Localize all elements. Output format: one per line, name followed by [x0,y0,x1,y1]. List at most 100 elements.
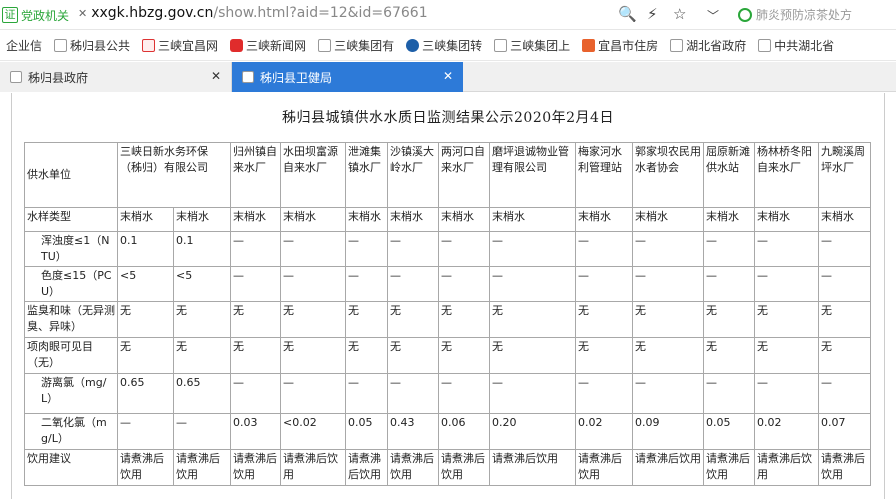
zoom-search-icon[interactable]: 🔍 [618,5,637,23]
table-cell: 0.06 [438,413,490,450]
row-label-cell: 色度≤15（PCU） [24,266,118,302]
table-cell: 末梢水 [173,207,231,232]
table-cell: 无 [280,301,346,338]
tab-label: 秭归县卫健局 [260,70,333,85]
favorite-label: 三峡集团有 [334,39,395,53]
table-cell: 末梢水 [438,207,490,232]
favorite-item[interactable]: 中共湖北省 [752,34,840,58]
table-cell: — [703,231,755,267]
table-cell: 无 [632,301,704,338]
favorite-item[interactable]: 湖北省政府 [664,34,752,58]
row-label-cell: 水样类型 [24,207,118,232]
table-cell: — [173,413,231,450]
row-label-cell: 浑浊度≤1（NTU） [24,231,118,267]
table-row: 二氧化氯（mg/L） — —0.03 <0.02 0.05 0.43 0.06 0.20 0.0… [24,413,871,450]
search-engine-icon [738,7,752,22]
tab-health-bureau[interactable]: 秭归县卫健局 ✕ [232,62,463,92]
table-cell: <5 [117,266,174,302]
table-cell: 末梢水 [818,207,871,232]
table-cell: — [575,373,633,414]
row-label-cell: 游离氯（mg/L） [24,373,118,414]
dropdown-chevron-icon[interactable]: ﹀ [707,7,719,24]
table-cell: 末梢水 [387,207,439,232]
table-row: 浑浊度≤1（NTU） 0.1 0.1— — — — — — — — — — — [24,231,871,267]
table-cell: 无 [117,337,174,374]
row-label-cell: 饮用建议 [24,449,118,486]
header-cell: 水田坝富源自来水厂 [280,142,346,208]
header-cell: 三峡日新水务环保（秭归）有限公司 [117,142,231,208]
table-cell: — [117,413,174,450]
table-cell: 0.1 [173,231,231,267]
table-cell: — [345,373,388,414]
table-cell: 0.07 [818,413,871,450]
header-cell: 屈原新滩供水站 [703,142,755,208]
table-row: 项肉眼可见目（无）无无无无无无无无无无无无无 [24,337,871,374]
table-cell: — [818,266,871,302]
header-cell: 杨林桥冬阳自来水厂 [754,142,819,208]
table-cell: 无 [173,337,231,374]
header-cell: 九畹溪周坪水厂 [818,142,871,208]
table-cell: 请煮沸后饮用 [703,449,755,486]
favorite-item[interactable]: 三峡宜昌网 [136,34,224,58]
security-badge[interactable]: 证 党政机关 [2,6,69,24]
table-cell: 末梢水 [117,207,174,232]
table-cell: 无 [173,301,231,338]
search-box[interactable]: 肺炎预防凉茶处方 [738,6,852,23]
table-cell: — [489,266,576,302]
favorite-item[interactable]: 三峡集团上 [488,34,576,58]
table-cell: 末梢水 [345,207,388,232]
table-cell: 请煮沸后饮用 [280,449,346,486]
table-cell: — [387,231,439,267]
page-icon [242,71,254,83]
star-icon[interactable]: ☆ [673,5,686,23]
tracking-cross-icon: ✕ [78,7,88,20]
table-cell: — [345,231,388,267]
table-cell: — [230,266,281,302]
page-icon [670,39,684,52]
table-cell: 0.05 [345,413,388,450]
table-cell: 无 [438,337,490,374]
table-cell: — [575,266,633,302]
favorite-item[interactable]: 三峡集团有 [312,34,400,58]
favorite-item[interactable]: 宜昌市住房 [576,34,664,58]
header-cell: 梅家河水利管理站 [575,142,633,208]
favorite-label: 三峡集团上 [510,39,571,53]
favorite-item[interactable]: 秭归县公共 [48,34,136,58]
header-cell: 磨坪退诚物业管理有限公司 [489,142,576,208]
table-cell: — [387,373,439,414]
page-icon [494,39,508,52]
favorite-label: 三峡新闻网 [246,39,307,53]
url-field[interactable]: ✕ xxgk.hbzg.gov.cn/show.html?aid=12&id=67… [78,5,428,21]
favorite-item[interactable]: 企业信 [0,34,48,58]
table-cell: — [632,373,704,414]
table-cell: 请煮沸后饮用 [438,449,490,486]
favorite-item[interactable]: 三峡集团转 [400,34,488,58]
table-cell: 无 [703,337,755,374]
table-cell: — [230,373,281,414]
table-cell: 0.02 [754,413,819,450]
tab-strip: 秭归县政府 ✕ 秭归县卫健局 ✕ ＋ [0,62,896,153]
table-cell: — [818,231,871,267]
table-cell: 末梢水 [280,207,346,232]
table-cell: 无 [387,301,439,338]
search-hint: 肺炎预防凉茶处方 [756,8,853,22]
table-cell: 无 [345,301,388,338]
table-row: 饮用建议 请煮沸后饮用 请煮沸后饮用 请煮沸后饮用 请煮沸后饮用 请煮沸后饮用 请煮沸后饮用… [24,449,871,486]
close-tab-icon[interactable]: ✕ [211,69,221,83]
favorite-label: 企业信 [6,39,43,53]
table-cell: — [438,373,490,414]
table-cell: <5 [173,266,231,302]
close-tab-icon[interactable]: ✕ [443,69,453,83]
table-cell: — [438,266,490,302]
table-cell: 请煮沸后饮用 [345,449,388,486]
table-cell: 请煮沸后饮用 [489,449,576,486]
lightning-icon[interactable]: ⚡ [647,5,658,23]
favorite-item[interactable]: 三峡新闻网 [224,34,312,58]
table-cell: 无 [117,301,174,338]
table-cell: — [703,373,755,414]
table-cell: 请煮沸后饮用 [754,449,819,486]
table-cell: 无 [575,301,633,338]
table-cell: — [345,266,388,302]
tab-yichang-gov[interactable]: 秭归县政府 ✕ [0,62,232,92]
table-cell: 请煮沸后饮用 [173,449,231,486]
